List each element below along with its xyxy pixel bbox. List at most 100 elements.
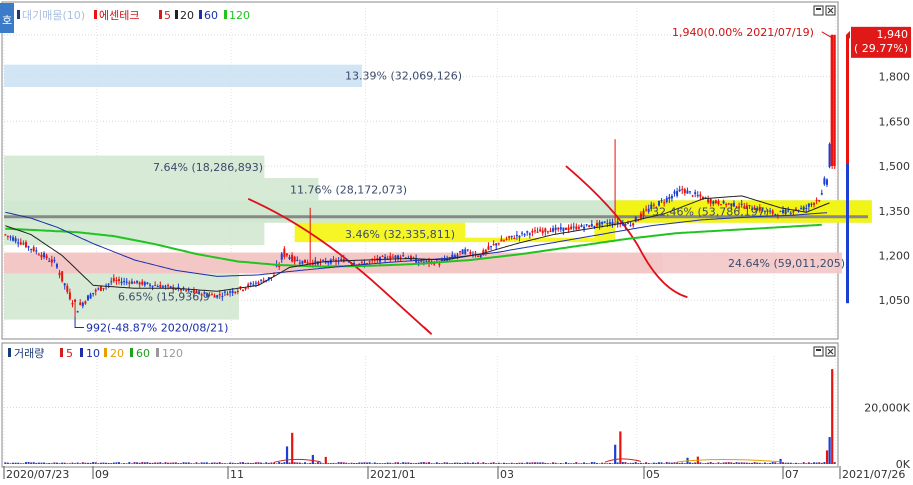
candle-body-190 [495, 243, 498, 246]
volume-bar-105 [275, 463, 278, 464]
volume-bar-126 [329, 463, 332, 464]
candle-body-8 [24, 242, 27, 248]
volume-bar-30 [81, 462, 84, 464]
volume-bar-86 [226, 463, 229, 464]
volume-bar-33 [89, 462, 92, 464]
candle-body-271 [704, 197, 707, 199]
candle-body-20 [55, 264, 58, 268]
candle-body-5 [17, 242, 20, 244]
volume-panel-maximize-glyph [816, 349, 821, 351]
volume-bar-127 [332, 462, 335, 464]
volume-bar-40 [107, 462, 110, 464]
volume-bar-190 [495, 463, 498, 464]
volume-ma10-label: 10 [86, 347, 100, 360]
volume-bar-160 [417, 462, 420, 464]
volume-spike-11 [831, 369, 834, 464]
volume-bar-194 [505, 463, 508, 464]
volume-bar-313 [813, 462, 816, 464]
candle-body-96 [252, 284, 255, 286]
volume-panel-maximize-icon[interactable] [813, 346, 824, 357]
volume-bar-131 [342, 462, 345, 464]
volume-bar-39 [105, 462, 108, 464]
volume-bar-280 [727, 462, 730, 464]
volume-bar-307 [797, 463, 800, 464]
volume-bar-128 [335, 463, 338, 464]
candle-body-316 [820, 193, 823, 195]
volume-bar-273 [709, 462, 712, 464]
volume-bar-117 [306, 463, 309, 464]
volume-bar-208 [541, 462, 544, 464]
volume-bar-122 [319, 462, 322, 464]
candle-body-60 [159, 285, 162, 288]
volume-bar-49 [130, 463, 133, 464]
volume-bar-28 [76, 462, 79, 464]
candle-body-56 [148, 284, 151, 286]
candle-body-168 [438, 263, 441, 265]
candle-body-42 [112, 277, 115, 282]
volume-bar-247 [642, 463, 645, 464]
volume-bar-75 [198, 463, 201, 464]
volume-ma20-swatch [104, 348, 107, 357]
volume-bar-292 [758, 462, 761, 464]
candle-body-47 [125, 281, 128, 283]
candle-body-275 [714, 200, 717, 203]
candle-body-234 [608, 222, 611, 224]
candle-body-43 [115, 280, 118, 282]
volume-bar-24 [66, 463, 69, 464]
candle-body-199 [518, 235, 521, 238]
candle-body-151 [394, 255, 397, 259]
candle-body-226 [588, 225, 591, 228]
candle-body-274 [712, 201, 715, 204]
volume-bar-175 [456, 462, 459, 464]
volume-bar-230 [598, 463, 601, 464]
candle-body-188 [490, 246, 493, 248]
volume-bar-26 [71, 462, 74, 464]
volume-bar-153 [399, 463, 402, 464]
candle-body-111 [291, 254, 294, 262]
volume-bar-178 [464, 462, 467, 464]
candle-body-86 [226, 293, 229, 296]
x-tick-label-1: 09 [95, 468, 109, 481]
candle-body-130 [340, 259, 343, 261]
candle-body-202 [526, 231, 529, 233]
volume-bar-299 [776, 463, 779, 464]
volume-bar-200 [521, 462, 524, 464]
volume-bar-262 [681, 462, 684, 464]
volume-bar-136 [355, 462, 358, 464]
volume-bar-110 [288, 462, 291, 464]
volume-bar-7 [22, 463, 25, 464]
price-panel-maximize-icon[interactable] [813, 5, 824, 16]
legend-ma120-swatch [224, 10, 227, 19]
candle-body-298 [774, 214, 777, 216]
candle-body-245 [637, 220, 640, 222]
candle-body-218 [567, 227, 570, 231]
volume-bar-308 [800, 463, 803, 464]
volume-profile-band-4 [4, 222, 265, 246]
volume-bar-82 [216, 462, 219, 464]
candle-body-127 [332, 259, 335, 261]
volume-bar-97 [254, 462, 257, 464]
candle-body-210 [546, 231, 549, 233]
volume-bar-215 [559, 463, 562, 464]
volume-bar-224 [583, 462, 586, 464]
candle-body-201 [523, 234, 526, 236]
volume-bar-250 [650, 463, 653, 464]
volume-bar-76 [200, 462, 203, 464]
volume-bar-43 [115, 462, 118, 464]
volume-bar-88 [231, 462, 234, 464]
volume-bar-312 [810, 463, 813, 464]
volume-bar-91 [239, 462, 242, 464]
volume-bar-107 [280, 462, 283, 464]
candle-body-273 [709, 199, 712, 204]
volume-bar-29 [79, 463, 82, 464]
volume-bar-220 [572, 463, 575, 464]
volume-bar-96 [252, 462, 255, 464]
volume-bar-164 [428, 462, 431, 464]
volume-bar-115 [301, 463, 304, 464]
candle-body-19 [53, 259, 56, 261]
volume-bar-74 [195, 462, 198, 464]
volume-bar-68 [179, 463, 182, 464]
volume-bar-293 [761, 463, 764, 464]
volume-bar-35 [94, 462, 97, 464]
candle-body-246 [639, 213, 642, 219]
